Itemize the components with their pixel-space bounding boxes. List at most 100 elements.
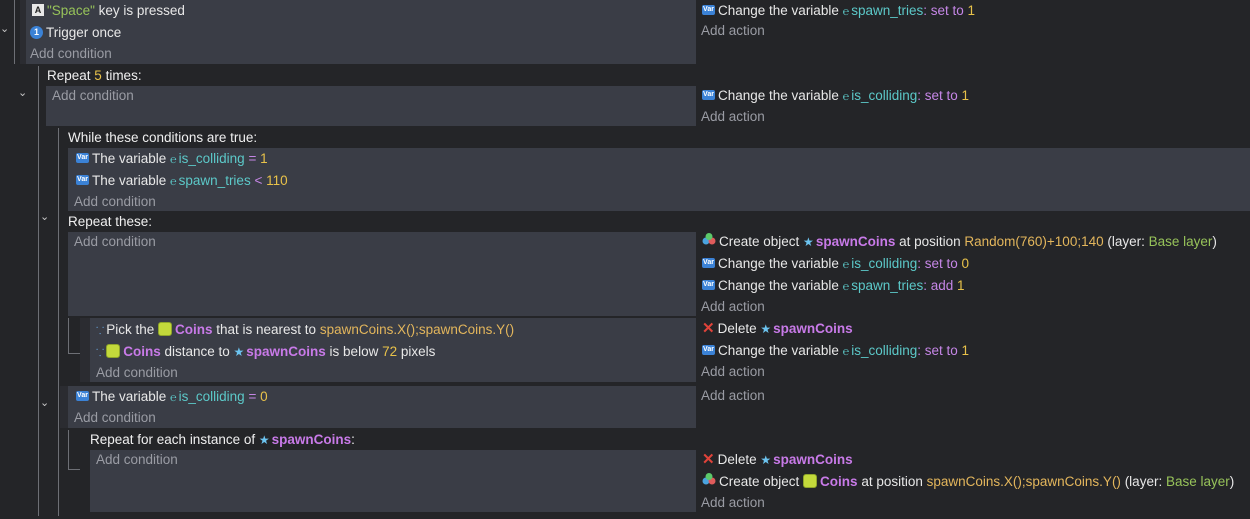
condition-key-pressed[interactable]: A "Space" key is pressed xyxy=(32,1,185,21)
chevron-down-icon[interactable]: ⌄ xyxy=(18,86,27,99)
pick-icon: ⸪ xyxy=(96,326,104,337)
action-text: Delete xyxy=(717,321,761,336)
variable-icon: Var xyxy=(76,175,89,186)
condition-text: distance to xyxy=(160,344,234,359)
delete-icon: ✕ xyxy=(702,320,715,337)
create-object-icon xyxy=(702,231,716,251)
object-name: spawnCoins xyxy=(773,321,853,336)
add-condition-link[interactable]: Add condition xyxy=(74,408,156,428)
foreach-conditions[interactable]: Add condition xyxy=(90,450,696,512)
action-text: Change the variable xyxy=(718,278,843,293)
action-change-variable[interactable]: Var Change the variable ℮ spawn_tries: set… xyxy=(702,1,975,21)
while-conditions[interactable]: Var The variable ℮ is_colliding = 1 Var The… xyxy=(68,148,1250,211)
variable-ref-icon: ℮ xyxy=(170,154,177,166)
variable-ref-icon: ℮ xyxy=(842,91,850,103)
condition-trigger-once[interactable]: 1 Trigger once xyxy=(30,23,121,43)
chevron-down-icon[interactable]: ⌄ xyxy=(40,396,49,409)
condition-text: Pick the xyxy=(106,322,158,337)
condition-variable-compare[interactable]: Var The variable ℮ is_colliding = 1 xyxy=(76,149,268,169)
add-action-link[interactable]: Add action xyxy=(701,21,765,41)
action-delete[interactable]: ✕ Delete ★ spawnCoins xyxy=(702,450,853,470)
object-name: Coins xyxy=(820,474,858,489)
variable-ref-icon: ℮ xyxy=(842,346,850,358)
add-condition-link[interactable]: Add condition xyxy=(74,192,156,212)
tree-line xyxy=(14,0,15,64)
header-text: Repeat for each instance of xyxy=(90,432,259,447)
add-condition-link[interactable]: Add condition xyxy=(96,363,178,383)
layer-name: Base layer xyxy=(1165,474,1230,489)
variable-name: is_colliding xyxy=(851,256,918,271)
repeat5-conditions[interactable]: Add condition xyxy=(46,86,696,126)
header-text: Repeat xyxy=(47,68,95,83)
foreach-actions[interactable]: ✕ Delete ★ spawnCoins Create object Coins … xyxy=(700,450,1245,516)
add-action-link[interactable]: Add action xyxy=(701,297,765,317)
coin-icon xyxy=(157,322,172,337)
action-text: at position xyxy=(895,234,965,249)
tree-line xyxy=(68,469,80,470)
chevron-down-icon[interactable]: ⌄ xyxy=(0,22,9,35)
action-delete[interactable]: ✕ Delete ★ spawnCoins xyxy=(702,319,853,339)
action-change-variable[interactable]: Var Change the variable ℮ is_colliding: se… xyxy=(702,341,969,361)
after-actions[interactable]: Add action xyxy=(700,386,1245,428)
variable-ref-icon: ℮ xyxy=(170,392,177,404)
pick-conditions[interactable]: ⸪ Pick the Coins that is nearest to spawn… xyxy=(90,318,696,382)
while-header[interactable]: While these conditions are true: xyxy=(68,128,257,148)
repeat5-actions[interactable]: Var Change the variable ℮ is_colliding: se… xyxy=(700,86,1245,126)
tree-line xyxy=(68,430,69,470)
variable-icon: Var xyxy=(76,391,89,402)
repeat-these-conditions[interactable]: Add condition xyxy=(68,232,696,316)
chevron-down-icon[interactable]: ⌄ xyxy=(40,210,49,223)
object-icon: ★ xyxy=(258,433,270,447)
action-text: Change the variable xyxy=(718,3,843,18)
action-change-variable[interactable]: Var Change the variable ℮ spawn_tries: add… xyxy=(702,276,965,296)
operator: : set to xyxy=(917,256,962,271)
variable-icon: Var xyxy=(702,258,715,269)
condition-text: that is nearest to xyxy=(212,322,320,337)
value: 0 xyxy=(260,389,268,404)
variable-name: is_colliding xyxy=(178,389,245,404)
repeat-header[interactable]: Repeat 5 times: xyxy=(47,66,142,86)
variable-ref-icon: ℮ xyxy=(842,6,850,18)
add-action-link[interactable]: Add action xyxy=(701,362,765,382)
condition-variable-compare[interactable]: Var The variable ℮ spawn_tries < 110 xyxy=(76,171,288,191)
pick-actions[interactable]: ✕ Delete ★ spawnCoins Var Change the variab… xyxy=(700,318,1245,382)
variable-icon: Var xyxy=(702,345,715,356)
add-condition-link[interactable]: Add condition xyxy=(52,86,134,106)
expression: Random(760)+100;140 xyxy=(964,234,1104,249)
event1-conditions[interactable]: A "Space" key is pressed 1 Trigger once Ad… xyxy=(26,0,696,64)
condition-text: The variable xyxy=(92,173,171,188)
condition-text: The variable xyxy=(92,389,171,404)
value: 1 xyxy=(957,278,965,293)
foreach-header[interactable]: Repeat for each instance of ★ spawnCoins: xyxy=(90,430,355,450)
repeat-these-header[interactable]: Repeat these: xyxy=(68,212,152,232)
add-action-link[interactable]: Add action xyxy=(701,107,765,127)
action-change-variable[interactable]: Var Change the variable ℮ is_colliding: se… xyxy=(702,254,969,274)
event1-actions[interactable]: Var Change the variable ℮ spawn_tries: set… xyxy=(700,0,1245,64)
condition-pick-nearest[interactable]: ⸪ Pick the Coins that is nearest to spawn… xyxy=(96,320,514,340)
action-text: Change the variable xyxy=(718,256,843,271)
variable-icon: Var xyxy=(702,280,715,291)
condition-variable-compare[interactable]: Var The variable ℮ is_colliding = 0 xyxy=(76,387,268,407)
condition-distance[interactable]: ⸪ Coins distance to ★ spawnCoins is below … xyxy=(96,342,435,362)
condition-text: Trigger once xyxy=(46,25,122,40)
action-change-variable[interactable]: Var Change the variable ℮ is_colliding: se… xyxy=(702,86,969,106)
add-condition-link[interactable]: Add condition xyxy=(74,232,156,252)
value: 1 xyxy=(967,3,976,18)
variable-icon: Var xyxy=(76,153,89,164)
add-action-link[interactable]: Add action xyxy=(701,386,765,406)
add-condition-link[interactable]: Add condition xyxy=(96,450,178,470)
action-create-object[interactable]: Create object Coins at position spawnCoi… xyxy=(702,472,1234,492)
repeat-these-actions[interactable]: Create object ★ spawnCoins at position Ra… xyxy=(700,232,1245,316)
operator: : set to xyxy=(917,343,962,358)
add-action-link[interactable]: Add action xyxy=(701,493,765,513)
key-name: "Space" xyxy=(47,3,95,18)
variable-icon: Var xyxy=(702,5,715,16)
action-text: Change the variable xyxy=(718,343,843,358)
add-condition-link[interactable]: Add condition xyxy=(30,44,112,64)
value: 72 xyxy=(382,344,398,359)
variable-name: is_colliding xyxy=(178,151,245,166)
after-conditions[interactable]: Var The variable ℮ is_colliding = 0 Add co… xyxy=(68,386,696,428)
object-icon: ★ xyxy=(760,322,772,336)
action-create-object[interactable]: Create object ★ spawnCoins at position Ra… xyxy=(702,232,1217,252)
object-name: spawnCoins xyxy=(773,452,853,467)
